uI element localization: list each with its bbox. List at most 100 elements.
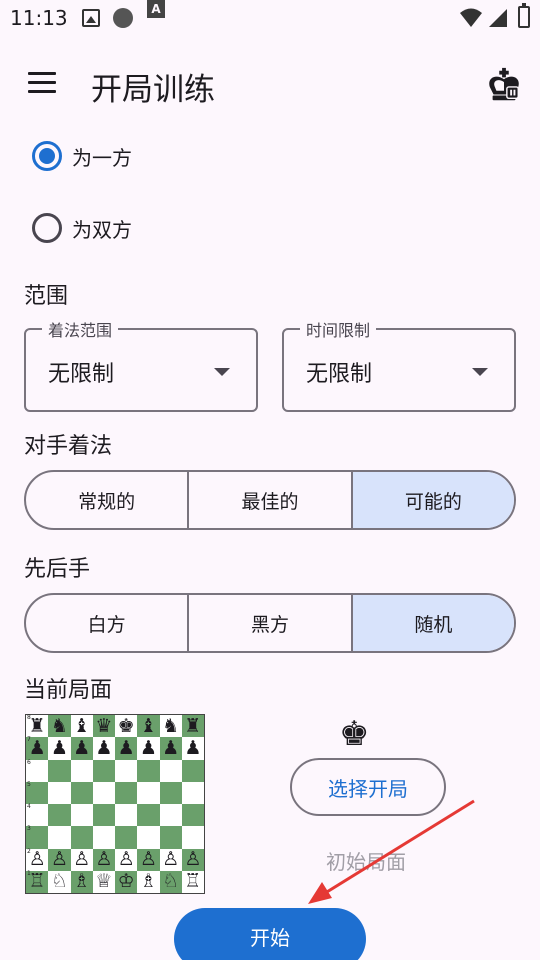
board-square[interactable]: 2 ♙ bbox=[26, 848, 49, 871]
segment-white[interactable]: 白方 bbox=[26, 595, 190, 651]
board-square[interactable] bbox=[181, 826, 204, 849]
board-square[interactable] bbox=[115, 759, 138, 782]
move-range-dropdown[interactable]: 着法范围 无限制 bbox=[24, 317, 258, 412]
board-square[interactable]: ♗ bbox=[137, 870, 160, 893]
segment-random[interactable]: 随机 bbox=[352, 595, 514, 651]
chess-piece: ♙ bbox=[184, 848, 202, 871]
radio-both-sides[interactable]: 为双方 bbox=[32, 212, 132, 244]
board-square[interactable]: ♚ bbox=[115, 714, 138, 738]
board-square[interactable]: ♙ bbox=[92, 848, 115, 871]
board-square[interactable] bbox=[181, 804, 204, 827]
board-square[interactable]: ♙ bbox=[70, 848, 93, 871]
board-square[interactable]: 8 ♜ bbox=[26, 714, 49, 738]
board-square[interactable] bbox=[48, 826, 71, 849]
board-square[interactable]: ♔ bbox=[115, 870, 138, 893]
board-square[interactable] bbox=[70, 759, 93, 782]
board-square[interactable]: ♗ bbox=[70, 870, 93, 893]
board-square[interactable] bbox=[92, 781, 115, 804]
board-square[interactable]: ♟ bbox=[115, 737, 138, 760]
board-square[interactable]: ♙ bbox=[115, 848, 138, 871]
chess-piece: ♞ bbox=[50, 714, 68, 737]
rank-label: 6 bbox=[27, 758, 31, 766]
chess-board[interactable]: 8 ♜ ♞ ♝ ♛ ♚ ♝ ♞ ♜ 7 ♟ ♟ ♟ ♟ ♟ ♟ ♟ ♟ 6 5 4 3 2 ♙ ♙ ♙ ♙ ♙ ♙ ♙ ♙ 1 ♖ ♘ ♗ ♕ ♔ ♗ ♘ ♖ bbox=[25, 714, 205, 894]
chess-piece: ♚ bbox=[117, 714, 135, 737]
move-order-segmented: 白方 黑方 随机 bbox=[24, 593, 516, 653]
chess-piece: ♙ bbox=[117, 848, 135, 871]
board-square[interactable] bbox=[48, 759, 71, 782]
board-square[interactable] bbox=[70, 804, 93, 827]
board-square[interactable]: 7 ♟ bbox=[26, 736, 49, 760]
board-square[interactable]: ♞ bbox=[48, 714, 71, 738]
board-square[interactable] bbox=[92, 759, 115, 782]
segment-black[interactable]: 黑方 bbox=[189, 595, 353, 651]
chess-piece: ♜ bbox=[28, 714, 46, 737]
board-square[interactable]: ♙ bbox=[48, 848, 71, 871]
board-square[interactable] bbox=[115, 804, 138, 827]
wifi-icon bbox=[460, 8, 482, 27]
board-square[interactable] bbox=[159, 826, 182, 849]
board-square[interactable] bbox=[70, 826, 93, 849]
board-square[interactable]: ♛ bbox=[92, 715, 115, 738]
board-square[interactable] bbox=[115, 826, 138, 849]
board-square[interactable]: ♟ bbox=[181, 737, 204, 760]
chess-piece: ♙ bbox=[73, 848, 91, 871]
board-square[interactable] bbox=[181, 781, 204, 804]
board-square[interactable]: ♙ bbox=[137, 848, 160, 871]
chess-piece: ♙ bbox=[50, 848, 68, 871]
radio-button-selected[interactable] bbox=[32, 141, 62, 171]
radio-label: 为一方 bbox=[72, 145, 132, 170]
board-square[interactable]: ♟ bbox=[70, 737, 93, 760]
board-square[interactable]: ♜ bbox=[181, 715, 204, 738]
board-square[interactable] bbox=[92, 826, 115, 849]
board-square[interactable] bbox=[115, 781, 138, 804]
board-square[interactable] bbox=[137, 781, 160, 804]
board-square[interactable]: 4 bbox=[26, 804, 49, 827]
board-square[interactable]: ♞ bbox=[159, 715, 182, 738]
chess-piece: ♗ bbox=[139, 870, 157, 893]
board-square[interactable]: ♟ bbox=[92, 737, 115, 760]
menu-icon[interactable] bbox=[28, 72, 56, 94]
start-button[interactable]: 开始 bbox=[174, 908, 366, 960]
board-square[interactable] bbox=[137, 759, 160, 782]
board-square[interactable]: 5 bbox=[26, 781, 49, 804]
board-square[interactable] bbox=[159, 781, 182, 804]
chess-piece: ♘ bbox=[162, 870, 180, 893]
gallery-notification-icon bbox=[82, 9, 100, 27]
board-square[interactable] bbox=[159, 804, 182, 827]
board-square[interactable]: ♙ bbox=[181, 848, 204, 871]
board-square[interactable] bbox=[48, 804, 71, 827]
board-square[interactable] bbox=[137, 826, 160, 849]
time-limit-dropdown[interactable]: 时间限制 无限制 bbox=[282, 317, 516, 412]
board-square[interactable]: ♝ bbox=[70, 715, 93, 738]
opponent-moves-segmented: 常规的 最佳的 可能的 bbox=[24, 470, 516, 530]
chess-piece: ♙ bbox=[28, 848, 46, 871]
chess-piece: ♙ bbox=[95, 848, 113, 871]
board-square[interactable]: ♘ bbox=[159, 870, 182, 893]
board-square[interactable]: 1 ♖ bbox=[26, 870, 49, 893]
segment-normal[interactable]: 常规的 bbox=[26, 472, 190, 528]
chess-king-icon[interactable] bbox=[485, 66, 523, 104]
board-square[interactable]: ♖ bbox=[181, 870, 204, 893]
chess-piece: ♟ bbox=[28, 736, 46, 759]
board-square[interactable] bbox=[48, 781, 71, 804]
board-square[interactable]: ♟ bbox=[137, 737, 160, 760]
board-square[interactable]: ♕ bbox=[92, 870, 115, 893]
board-square[interactable]: ♝ bbox=[137, 714, 160, 738]
board-square[interactable]: ♙ bbox=[159, 848, 182, 871]
radio-one-side[interactable]: 为一方 bbox=[32, 140, 132, 172]
board-square[interactable]: 6 bbox=[26, 758, 49, 782]
board-square[interactable] bbox=[137, 804, 160, 827]
board-square[interactable] bbox=[92, 804, 115, 827]
board-square[interactable]: 3 bbox=[26, 826, 49, 849]
board-square[interactable] bbox=[70, 781, 93, 804]
move-order-heading: 先后手 bbox=[24, 557, 91, 582]
board-square[interactable] bbox=[181, 759, 204, 782]
board-square[interactable]: ♟ bbox=[48, 737, 71, 760]
board-square[interactable] bbox=[159, 759, 182, 782]
segment-best[interactable]: 最佳的 bbox=[189, 472, 353, 528]
board-square[interactable]: ♘ bbox=[48, 870, 71, 893]
board-square[interactable]: ♟ bbox=[159, 737, 182, 760]
segment-possible[interactable]: 可能的 bbox=[352, 472, 514, 528]
chess-piece: ♝ bbox=[139, 714, 157, 737]
radio-button[interactable] bbox=[32, 213, 62, 243]
